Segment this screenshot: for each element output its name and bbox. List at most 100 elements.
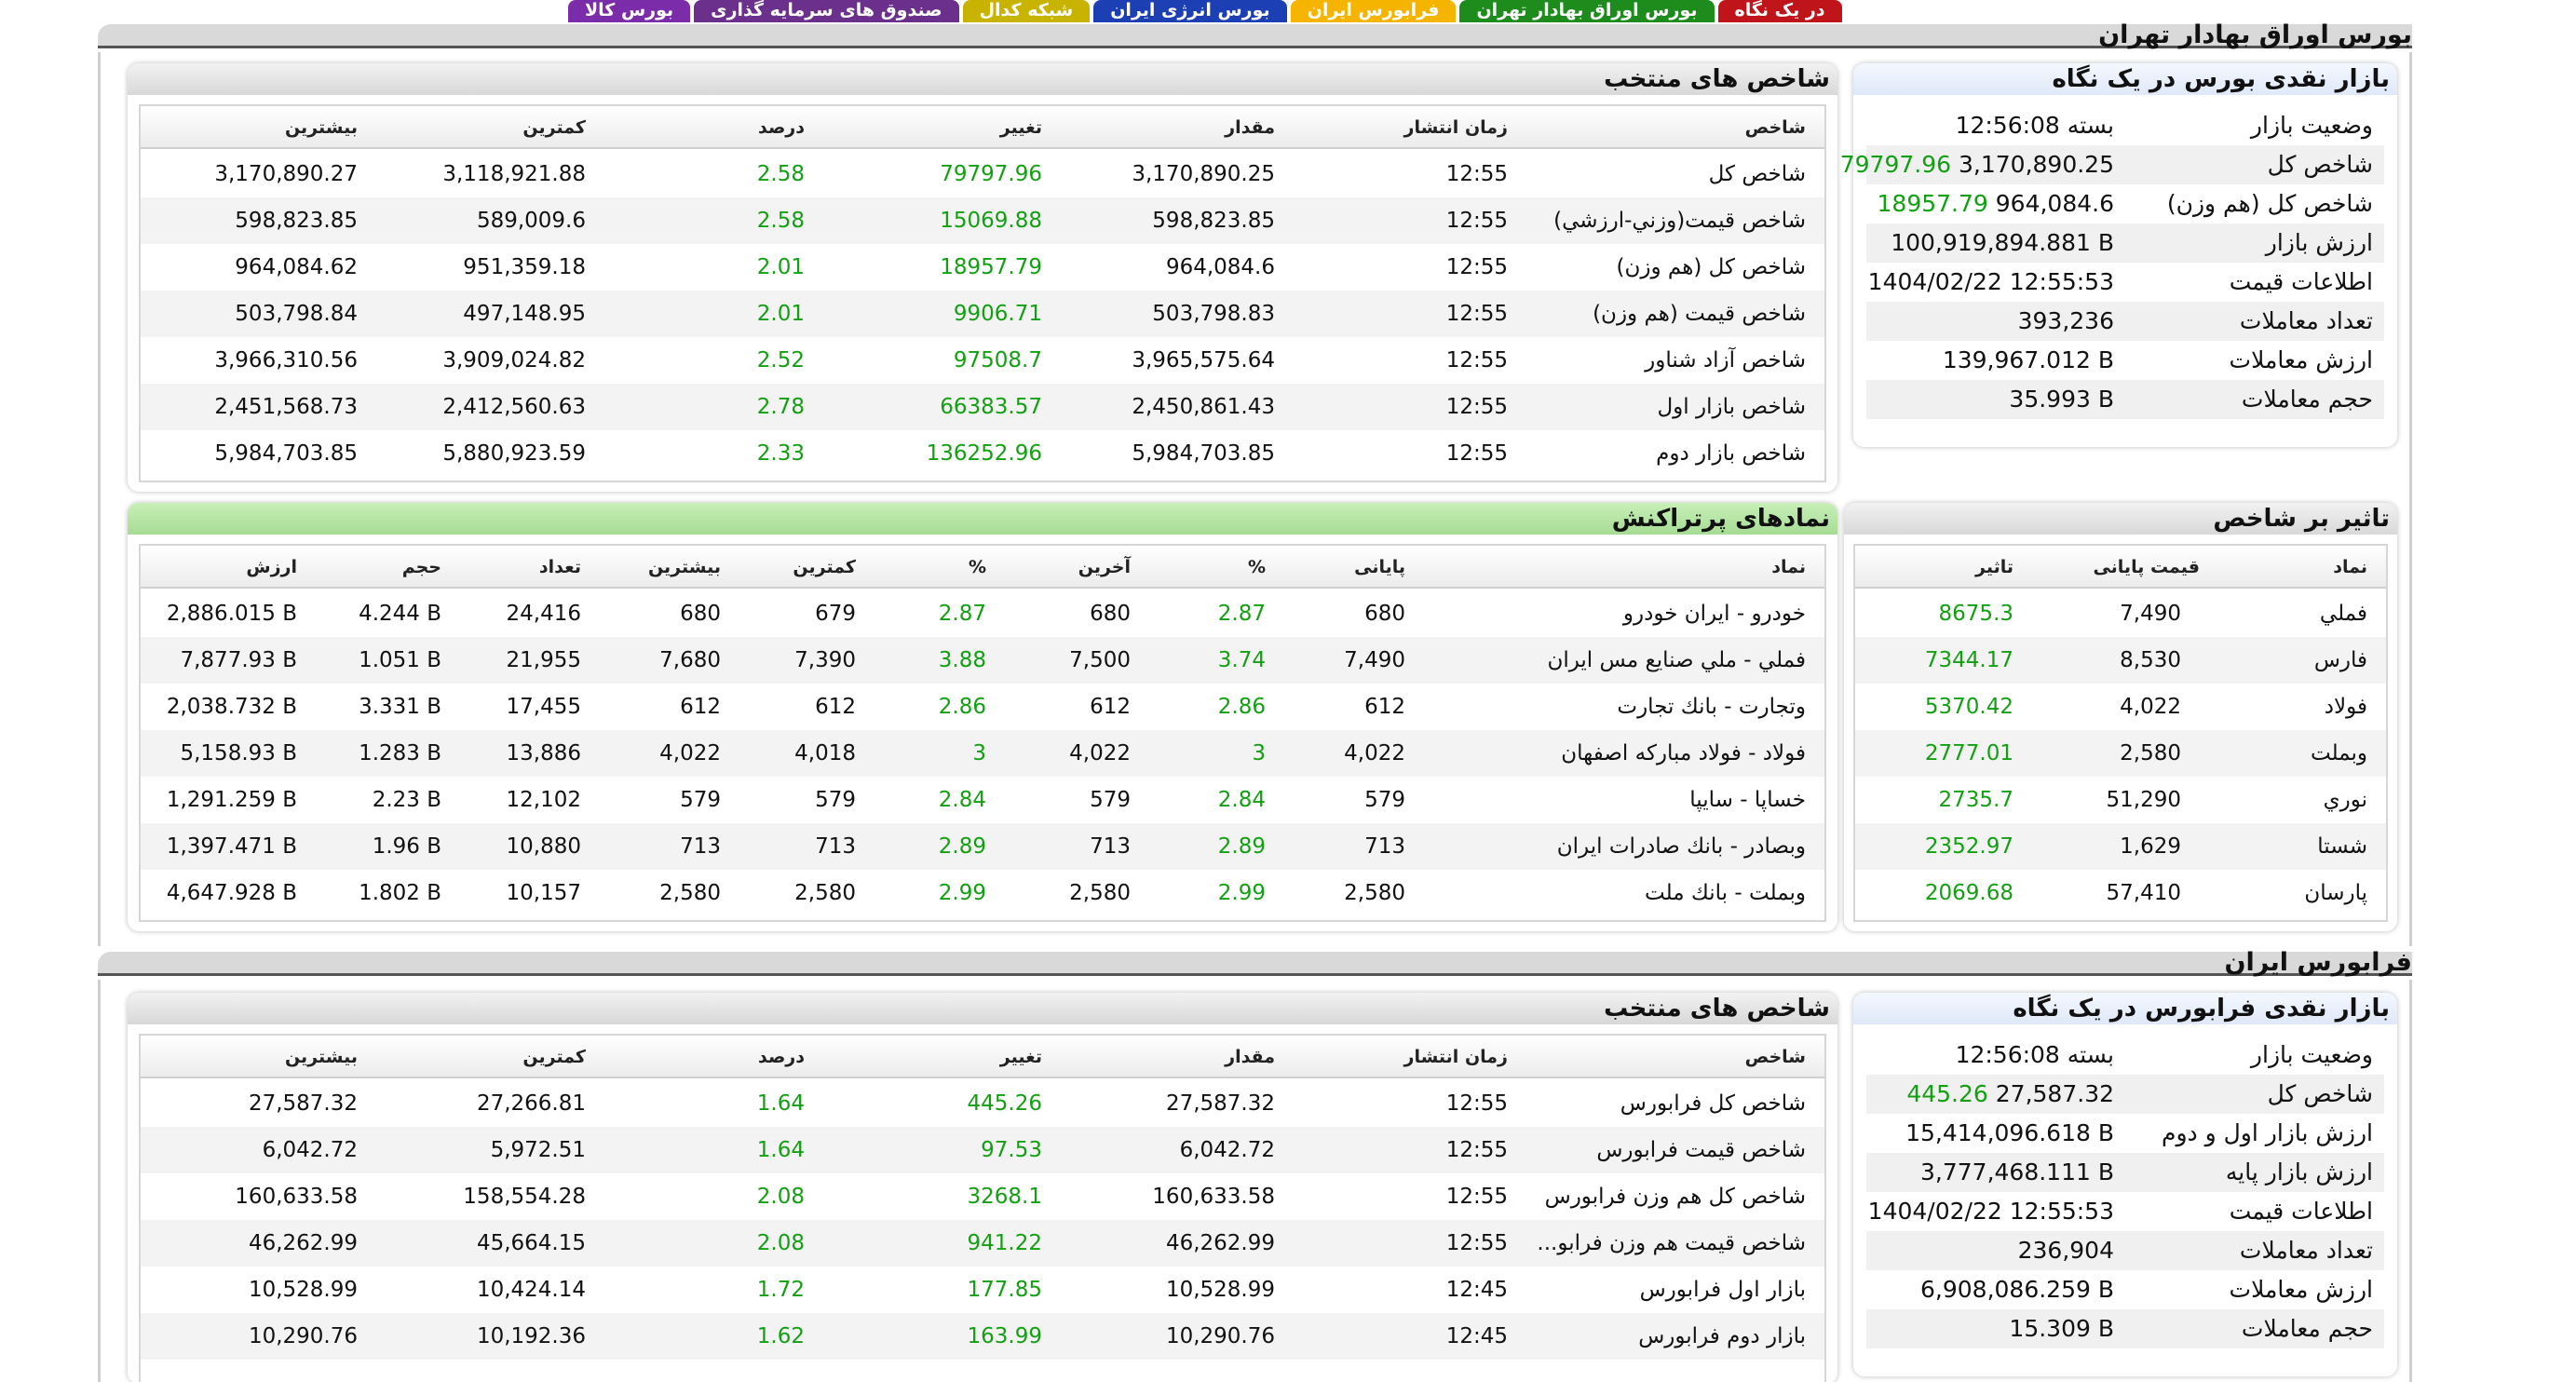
active-symbol[interactable]: وبملت - بانك ملت [1645, 870, 1806, 916]
col-last[interactable]: آخرین [1078, 546, 1131, 589]
index-name[interactable]: شاخص قيمت(وزني-ارزشي) [1553, 197, 1806, 244]
active-symbol[interactable]: وتجارت - بانك تجارت [1617, 684, 1806, 730]
overview-number: 964,084.6 [1995, 190, 2114, 217]
active-symbol[interactable]: خساپا - سايپا [1689, 777, 1806, 823]
table-row[interactable]: شاخص قيمت فرابورس 12:55 6,042.72 97.53 1.64 5… [141, 1127, 1824, 1173]
overview-label: ارزش بازار پایه [2225, 1158, 2373, 1186]
col-name[interactable]: شاخص [1745, 106, 1806, 149]
col-close-pct[interactable]: % [1248, 546, 1266, 589]
col-min[interactable]: کمترین [793, 546, 856, 589]
col-symbol[interactable]: نماد [2333, 546, 2367, 589]
index-min: 951,359.18 [463, 255, 586, 279]
table-row[interactable]: خودرو - ايران خودرو 680 2.87 680 2.87 679 680 2… [141, 590, 1824, 637]
tab-energy-exchange[interactable]: بورس انرژی ایران [1093, 0, 1287, 22]
table-row[interactable]: وبملت 2,580 2777.01 [1855, 730, 2386, 777]
col-max[interactable]: بیشترین [285, 1036, 358, 1078]
impact-symbol[interactable]: فملي [2320, 590, 2367, 637]
table-row[interactable]: وتجارت - بانك تجارت 612 2.86 612 2.86 612 612 1… [141, 684, 1824, 730]
index-name[interactable]: بازار اول فرابورس [1640, 1267, 1806, 1313]
tab-funds[interactable]: صندوق های سرمایه گذاری [694, 0, 959, 22]
index-name[interactable]: شاخص بازار دوم [1656, 430, 1806, 477]
table-row[interactable]: بازار اول فرابورس 12:45 10,528.99 177.85 1.7… [141, 1267, 1824, 1313]
col-close[interactable]: پایانی [1354, 546, 1405, 589]
col-time[interactable]: زمان انتشار [1404, 1036, 1508, 1078]
col-close-price[interactable]: قیمت پایانی [2093, 546, 2200, 589]
index-time: 12:55 [1445, 348, 1508, 373]
col-volume[interactable]: حجم [402, 546, 441, 589]
active-symbol[interactable]: وبصادر - بانك صادرات ايران [1557, 823, 1806, 870]
table-row[interactable]: بازار دوم فرابورس 12:45 10,290.76 163.99 1.6… [141, 1313, 1824, 1360]
col-time[interactable]: زمان انتشار [1404, 106, 1508, 149]
table-row[interactable]: شاخص بازار دوم 12:55 5,984,703.85 136252.96… [141, 430, 1824, 477]
active-symbol[interactable]: فولاد - فولاد مباركه اصفهان [1561, 730, 1806, 777]
col-value[interactable]: ارزش [246, 546, 297, 589]
table-row[interactable]: شاخص كل (هم وزن) 12:55 964,084.6 18957.79 2.… [141, 244, 1824, 291]
impact-symbol[interactable]: پارسان [2304, 870, 2367, 916]
impact-symbol[interactable]: فولاد [2325, 684, 2367, 730]
index-name[interactable]: شاخص قيمت هم وزن فرابو... [1537, 1220, 1806, 1267]
table-row[interactable]: شاخص قيمت(وزني-ارزشي) 12:55 598,823.85 1506… [141, 197, 1824, 244]
table-row[interactable]: فولاد - فولاد مباركه اصفهان 4,022 3 4,022 3 4… [141, 730, 1824, 777]
tab-codal[interactable]: شبکه کدال [962, 0, 1091, 22]
table-row[interactable]: فملي - ملي صنايع مس ايران 7,490 3.74 7,500 3… [141, 637, 1824, 684]
active-count: 13,886 [506, 741, 581, 766]
index-name[interactable]: بازار دوم فرابورس [1638, 1313, 1806, 1360]
active-max: 7,680 [659, 648, 721, 672]
index-change: 66383.57 [940, 395, 1042, 419]
index-name[interactable]: شاخص كل فرابورس [1620, 1080, 1806, 1127]
tab-overview[interactable]: در یک نگاه [1717, 0, 1842, 22]
tab-ifb[interactable]: فرابورس ایران [1290, 0, 1457, 22]
col-min[interactable]: کمترین [522, 1036, 586, 1078]
index-name[interactable]: شاخص قيمت فرابورس [1596, 1127, 1806, 1173]
table-row[interactable]: شاخص قيمت (هم وزن) 12:55 503,798.83 9906.71… [141, 291, 1824, 337]
active-symbol[interactable]: فملي - ملي صنايع مس ايران [1547, 637, 1806, 684]
tab-commodity-exchange[interactable]: بورس کالا [568, 0, 691, 22]
impact-symbol[interactable]: نوري [2324, 777, 2367, 823]
index-value: 598,823.85 [1152, 209, 1275, 233]
index-name[interactable]: شاخص كل [1709, 151, 1806, 197]
tse-indices-table: شاخص زمان انتشار مقدار تغییر درصد کمترین… [139, 104, 1826, 482]
col-value[interactable]: مقدار [1225, 1036, 1275, 1078]
table-row[interactable]: وبملت - بانك ملت 2,580 2.99 2,580 2.99 2,580 2… [141, 870, 1824, 916]
col-percent[interactable]: درصد [758, 106, 805, 149]
col-percent[interactable]: درصد [758, 1036, 805, 1078]
col-last-pct[interactable]: % [969, 546, 986, 589]
col-symbol[interactable]: نماد [1771, 546, 1806, 589]
col-min[interactable]: کمترین [522, 106, 586, 149]
active-close: 2,580 [1344, 881, 1405, 905]
active-max: 579 [680, 788, 721, 812]
impact-symbol[interactable]: فارس [2314, 637, 2367, 684]
active-symbol[interactable]: خودرو - ايران خودرو [1623, 590, 1806, 637]
index-name[interactable]: شاخص كل هم وزن فرابورس [1545, 1173, 1806, 1220]
impact-symbol[interactable]: شستا [2317, 823, 2367, 870]
table-row[interactable]: شاخص كل 12:55 3,170,890.25 79797.96 2.58 3,11… [141, 151, 1824, 197]
col-change[interactable]: تغییر [1000, 1036, 1042, 1078]
col-impact[interactable]: تاثیر [1975, 546, 2013, 589]
tab-tehran-stock-exchange[interactable]: بورس اوراق بهادار تهران [1459, 0, 1715, 22]
table-row[interactable]: فملي 7,490 8675.3 [1855, 590, 2386, 637]
index-name[interactable]: شاخص آزاد شناور [1645, 337, 1806, 384]
table-row[interactable]: خساپا - سايپا 579 2.84 579 2.84 579 579 12,102 2… [141, 777, 1824, 823]
index-name[interactable]: شاخص كل (هم وزن) [1617, 244, 1806, 291]
index-name[interactable]: شاخص بازار اول [1657, 384, 1806, 430]
table-row[interactable]: شاخص كل هم وزن فرابورس 12:55 160,633.58 326… [141, 1173, 1824, 1220]
index-change: 15069.88 [940, 209, 1042, 233]
table-row[interactable]: نوري 51,290 2735.7 [1855, 777, 2386, 823]
table-row[interactable]: فولاد 4,022 5370.42 [1855, 684, 2386, 730]
col-max[interactable]: بیشترین [285, 106, 358, 149]
table-row[interactable]: شاخص بازار اول 12:55 2,450,861.43 66383.57 2… [141, 384, 1824, 430]
table-row[interactable]: پارسان 57,410 2069.68 [1855, 870, 2386, 916]
table-row[interactable]: فارس 8,530 7344.17 [1855, 637, 2386, 684]
col-value[interactable]: مقدار [1225, 106, 1275, 149]
table-row[interactable]: شاخص كل فرابورس 12:55 27,587.32 445.26 1.64 2… [141, 1080, 1824, 1127]
table-row[interactable]: شاخص آزاد شناور 12:55 3,965,575.64 97508.7 2… [141, 337, 1824, 384]
col-max[interactable]: بیشترین [648, 546, 721, 589]
col-name[interactable]: شاخص [1745, 1036, 1806, 1078]
table-row[interactable]: شستا 1,629 2352.97 [1855, 823, 2386, 870]
index-name[interactable]: شاخص قيمت (هم وزن) [1593, 291, 1806, 337]
col-change[interactable]: تغییر [1000, 106, 1042, 149]
col-count[interactable]: تعداد [539, 546, 581, 589]
impact-symbol[interactable]: وبملت [2311, 730, 2367, 777]
table-row[interactable]: شاخص قيمت هم وزن فرابو... 12:55 46,262.99 9… [141, 1220, 1824, 1267]
table-row[interactable]: وبصادر - بانك صادرات ايران 713 2.89 713 2.89… [141, 823, 1824, 870]
